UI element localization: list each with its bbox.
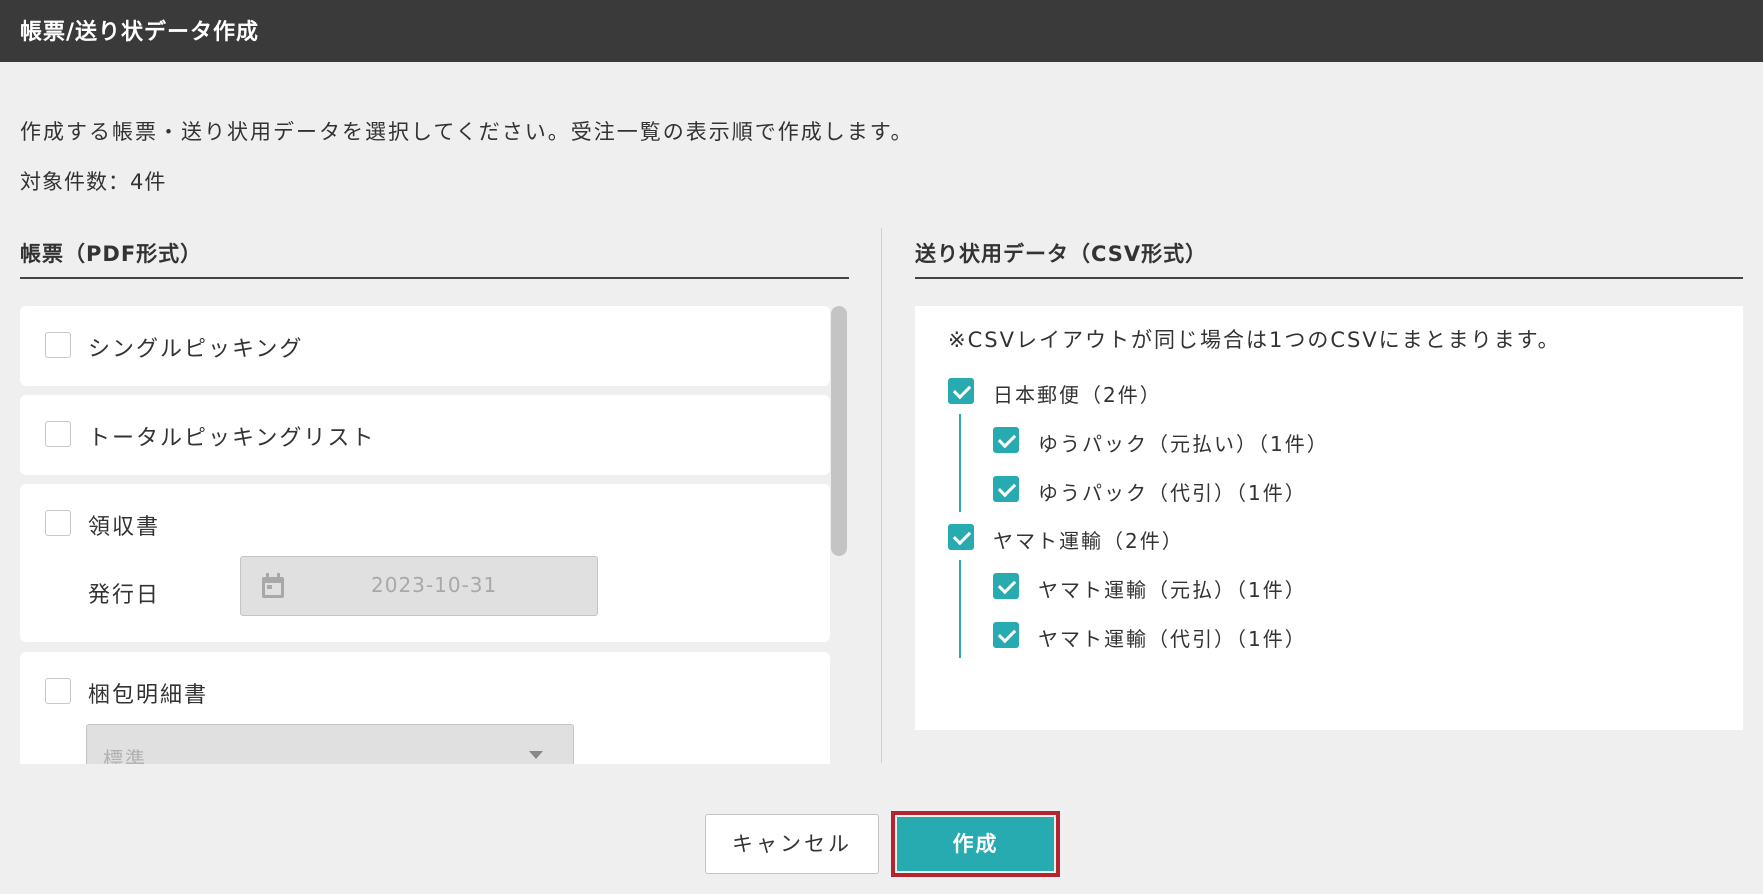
template-select-value: 標準 (103, 747, 147, 764)
packing-slip-checkbox[interactable] (45, 678, 71, 704)
yamato-prepaid-label: ヤマト運輸（元払）（1件） (1038, 578, 1307, 602)
single-picking-checkbox[interactable] (45, 332, 71, 358)
list-item-total-picking[interactable]: トータルピッキングリスト (20, 395, 830, 475)
receipt-label: 領収書 (88, 515, 161, 540)
pdf-section-divider (20, 277, 849, 279)
yupack-prepaid-checkbox[interactable] (993, 427, 1019, 453)
list-item-receipt[interactable]: 領収書 発行日 2023-10-31 (20, 484, 830, 642)
packing-slip-label: 梱包明細書 (88, 683, 209, 708)
yamato-prepaid-checkbox[interactable] (993, 573, 1019, 599)
yupack-prepaid-label: ゆうパック（元払い）（1件） (1038, 432, 1329, 456)
yupack-cod-checkbox[interactable] (993, 476, 1019, 502)
instruction-text: 作成する帳票・送り状用データを選択してください。受注一覧の表示順で作成します。 (20, 120, 914, 144)
receipt-checkbox[interactable] (45, 510, 71, 536)
single-picking-label: シングルピッキング (88, 337, 304, 362)
chevron-down-icon (529, 751, 543, 759)
scrollbar-thumb[interactable] (831, 306, 847, 556)
total-picking-label: トータルピッキングリスト (88, 426, 376, 451)
japan-post-label: 日本郵便（2件） (993, 383, 1162, 407)
yamato-label: ヤマト運輸（2件） (993, 529, 1184, 553)
csv-section-divider (915, 277, 1743, 279)
csv-section-title: 送り状用データ（CSV形式） (915, 242, 1208, 266)
issue-date-value: 2023-10-31 (371, 573, 498, 597)
packing-slip-template-select[interactable]: 標準 (86, 724, 574, 764)
title-bar: 帳票/送り状データ作成 (0, 0, 1763, 62)
csv-note: ※CSVレイアウトが同じ場合は1つのCSVにまとまります。 (948, 328, 1561, 352)
window-title: 帳票/送り状データ作成 (20, 20, 260, 45)
japan-post-checkbox[interactable] (948, 378, 974, 404)
cancel-button[interactable]: キャンセル (705, 814, 879, 874)
list-item-packing-slip[interactable]: 梱包明細書 標準 (20, 652, 830, 764)
japan-post-tree-line (959, 414, 961, 512)
yamato-cod-checkbox[interactable] (993, 622, 1019, 648)
yamato-cod-label: ヤマト運輸（代引）（1件） (1038, 627, 1307, 651)
pdf-section-title: 帳票（PDF形式） (20, 242, 203, 266)
pdf-item-list[interactable]: シングルピッキング トータルピッキングリスト 領収書 発行日 2023-10-3… (20, 306, 830, 764)
create-button[interactable]: 作成 (897, 817, 1054, 871)
csv-panel: ※CSVレイアウトが同じ場合は1つのCSVにまとまります。 日本郵便（2件） ゆ… (915, 306, 1743, 730)
issue-date-label: 発行日 (88, 583, 161, 608)
list-item-single-picking[interactable]: シングルピッキング (20, 306, 830, 386)
yamato-tree-line (959, 560, 961, 658)
issue-date-field[interactable]: 2023-10-31 (240, 556, 598, 616)
target-count: 対象件数：4件 (20, 170, 167, 194)
calendar-icon (262, 573, 284, 598)
total-picking-checkbox[interactable] (45, 421, 71, 447)
section-divider (881, 228, 882, 763)
yamato-checkbox[interactable] (948, 524, 974, 550)
yupack-cod-label: ゆうパック（代引）（1件） (1038, 481, 1307, 505)
